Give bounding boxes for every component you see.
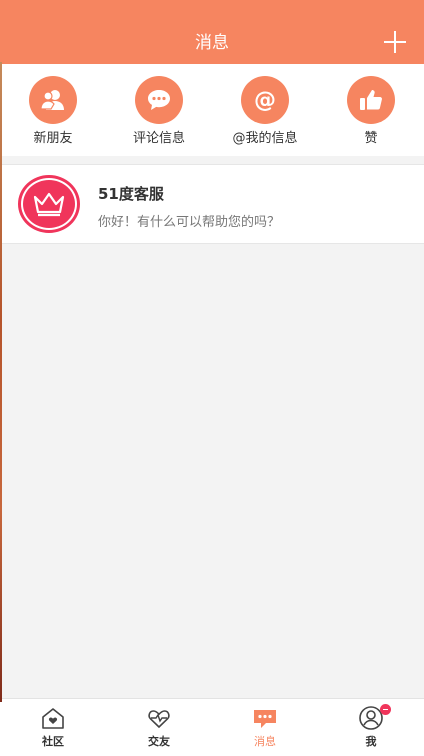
list-item[interactable]: 51度客服 你好！有什么可以帮助您的吗？ <box>0 165 424 243</box>
svg-text:@: @ <box>254 88 276 113</box>
shortcut-label: 新朋友 <box>33 131 73 146</box>
message-list: 51度客服 你好！有什么可以帮助您的吗？ <box>0 164 424 244</box>
shortcut-row: 新朋友 评论信息 @ @我的信息 赞 <box>0 64 424 156</box>
left-edge-strip <box>0 62 2 702</box>
avatar <box>18 175 80 233</box>
crown-icon <box>23 180 75 228</box>
tab-dating[interactable]: 交友 <box>106 699 212 756</box>
tab-messages[interactable]: 消息 <box>212 699 318 756</box>
heart-pulse-icon <box>145 704 173 732</box>
at-icon: @ <box>241 76 289 124</box>
chat-bubble-icon <box>135 76 183 124</box>
shortcut-mentions[interactable]: @ @我的信息 <box>212 64 318 156</box>
users-icon <box>29 76 77 124</box>
tab-label: 社区 <box>42 735 64 748</box>
shortcut-likes[interactable]: 赞 <box>318 64 424 156</box>
tab-label: 消息 <box>254 735 276 748</box>
tab-label: 交友 <box>148 735 170 748</box>
bottom-tab-bar: 社区 交友 消息 我 <box>0 698 424 756</box>
top-nav-bar: 消息 <box>0 0 424 64</box>
thumbs-up-icon <box>347 76 395 124</box>
notification-badge <box>380 704 391 715</box>
tab-community[interactable]: 社区 <box>0 699 106 756</box>
plus-icon[interactable] <box>384 31 406 53</box>
contact-name: 51度客服 <box>98 185 164 203</box>
message-icon <box>251 704 279 732</box>
tab-me[interactable]: 我 <box>318 699 424 756</box>
shortcut-label: 评论信息 <box>132 131 185 146</box>
page-title: 消息 <box>195 33 229 53</box>
shortcut-comments[interactable]: 评论信息 <box>106 64 212 156</box>
shortcut-new-friends[interactable]: 新朋友 <box>0 64 106 156</box>
shortcut-label: @我的信息 <box>232 131 298 146</box>
home-heart-icon <box>39 704 67 732</box>
tab-label: 我 <box>365 735 377 748</box>
message-preview: 你好！有什么可以帮助您的吗？ <box>98 215 281 230</box>
shortcut-label: 赞 <box>364 131 378 146</box>
